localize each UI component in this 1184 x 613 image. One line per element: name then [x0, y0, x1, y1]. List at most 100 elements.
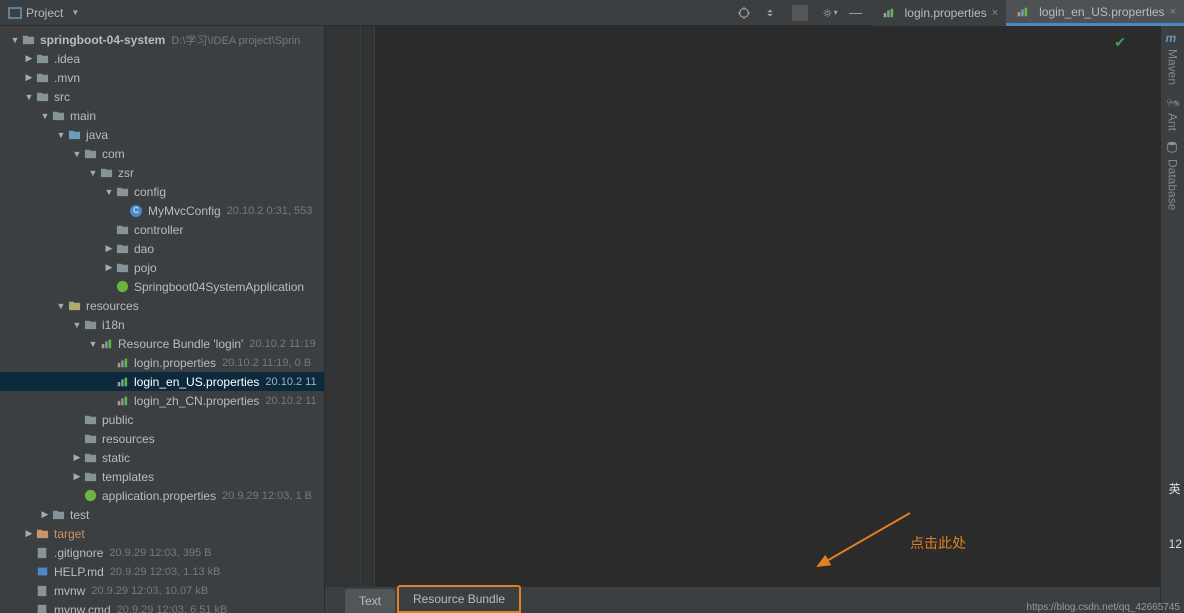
folder-icon: [34, 526, 50, 542]
tree-label: HELP.md: [54, 565, 104, 579]
tree-label: static: [102, 451, 130, 465]
tree-label: mvnw: [54, 584, 85, 598]
chevron-down-icon: [70, 8, 80, 17]
class-icon: C: [128, 203, 144, 219]
tree-root[interactable]: springboot-04-systemD:\学习\IDEA project\S…: [0, 30, 324, 49]
expand-all-icon[interactable]: [762, 5, 778, 21]
tab-label: login.properties: [905, 6, 987, 20]
editor-gutter: [325, 26, 375, 587]
tree-springapp[interactable]: Springboot04SystemApplication: [0, 277, 324, 296]
tree-label: login_en_US.properties: [134, 375, 259, 389]
tree-label: Springboot04SystemApplication: [134, 280, 304, 294]
tree-meta: 20.9.29 12:03, 10.07 kB: [91, 585, 208, 597]
close-icon[interactable]: ×: [1170, 6, 1176, 18]
tree-label: target: [54, 527, 85, 541]
clock-fragment: 12: [1169, 537, 1182, 551]
tree-mvnw[interactable]: mvnw 20.9.29 12:03, 10.07 kB: [0, 581, 324, 600]
tree-test[interactable]: test: [0, 505, 324, 524]
tree-config[interactable]: config: [0, 182, 324, 201]
tree-label: public: [102, 413, 133, 427]
ime-indicator[interactable]: 英: [1169, 480, 1182, 497]
rail-maven[interactable]: mMaven: [1166, 31, 1180, 85]
os-sidebar: 英 12: [1169, 480, 1182, 551]
tree-label: .gitignore: [54, 546, 103, 560]
tree-label: mvnw.cmd: [54, 603, 111, 613]
bundle-icon: [98, 336, 114, 352]
tree-bundle[interactable]: Resource Bundle 'login' 20.10.2 11:19: [0, 334, 324, 353]
tree-meta: 20.9.29 12:03, 6.51 kB: [117, 604, 228, 613]
tree-meta: 20.9.29 12:03, 1.13 kB: [110, 566, 221, 578]
tree-label: Resource Bundle 'login': [118, 337, 243, 351]
check-icon: ✔: [1114, 34, 1126, 51]
tree-dao[interactable]: dao: [0, 239, 324, 258]
editor-area[interactable]: ✔ 点击此处 Text Resource Bundle: [325, 26, 1160, 613]
tree-label: dao: [134, 242, 154, 256]
tree-main[interactable]: main: [0, 106, 324, 125]
tree-label: main: [70, 109, 96, 123]
tree-meta: 20.10.2 11: [265, 395, 316, 407]
tree-login-en[interactable]: login_en_US.properties20.10.2 11: [0, 372, 324, 391]
editor-tabs: login.properties × login_en_US.propertie…: [872, 0, 1184, 26]
tree-label: resources: [86, 299, 139, 313]
properties-icon: [1014, 4, 1030, 20]
project-tool-icons: ▾ —: [736, 5, 872, 21]
gear-icon[interactable]: ▾: [822, 5, 838, 21]
maven-icon: m: [1166, 31, 1180, 45]
tree-label: config: [134, 185, 166, 199]
ant-icon: 🐜: [1166, 95, 1180, 109]
tree-mvn[interactable]: .mvn: [0, 68, 324, 87]
file-icon: [34, 545, 50, 561]
top-bar: Project ▾ — login.properties × login_en_…: [0, 0, 1184, 26]
markdown-icon: [34, 564, 50, 580]
close-icon[interactable]: ×: [992, 7, 998, 19]
tree-static[interactable]: static: [0, 448, 324, 467]
tree-public[interactable]: public: [0, 410, 324, 429]
rail-ant[interactable]: 🐜Ant: [1166, 95, 1180, 131]
tree-src[interactable]: src: [0, 87, 324, 106]
tree-gitignore[interactable]: .gitignore20.9.29 12:03, 395 B: [0, 543, 324, 562]
tree-login-prop[interactable]: login.properties20.10.2 11:19, 0 B: [0, 353, 324, 372]
tree-mymvc[interactable]: C MyMvcConfig 20.10.2 0:31, 553: [0, 201, 324, 220]
tree-i18n[interactable]: i18n: [0, 315, 324, 334]
hide-icon[interactable]: —: [848, 5, 864, 21]
tree-com[interactable]: com: [0, 144, 324, 163]
tree-templates[interactable]: templates: [0, 467, 324, 486]
annotation-text: 点击此处: [910, 533, 966, 553]
tree-resources[interactable]: resources: [0, 296, 324, 315]
tree-target[interactable]: target: [0, 524, 324, 543]
tree-meta: 20.10.2 0:31, 553: [227, 205, 313, 217]
tab-login-properties[interactable]: login.properties ×: [872, 0, 1007, 26]
project-tool-label[interactable]: Project: [0, 6, 88, 20]
tree-label: MyMvcConfig: [148, 204, 221, 218]
bottom-tab-text[interactable]: Text: [345, 589, 395, 613]
tree-idea[interactable]: .idea: [0, 49, 324, 68]
tree-label: resources: [102, 432, 155, 446]
tree-help[interactable]: HELP.md 20.9.29 12:03, 1.13 kB: [0, 562, 324, 581]
tree-label: com: [102, 147, 125, 161]
tree-app-prop[interactable]: application.properties20.9.29 12:03, 1 B: [0, 486, 324, 505]
file-icon: [34, 602, 50, 613]
tree-label: test: [70, 508, 89, 522]
file-icon: [34, 583, 50, 599]
divider: [792, 5, 808, 21]
tree-pojo[interactable]: pojo: [0, 258, 324, 277]
tree-zsr[interactable]: zsr: [0, 163, 324, 182]
tree-meta: 20.10.2 11:19: [249, 338, 315, 350]
tree-label: login_zh_CN.properties: [134, 394, 259, 408]
tree-label: i18n: [102, 318, 125, 332]
properties-icon: [114, 374, 130, 390]
tree-java[interactable]: java: [0, 125, 324, 144]
spring-icon: [82, 488, 98, 504]
tab-label: login_en_US.properties: [1039, 5, 1164, 19]
tab-login-en-us-properties[interactable]: login_en_US.properties ×: [1006, 0, 1184, 26]
tree-login-zh[interactable]: login_zh_CN.properties 20.10.2 11: [0, 391, 324, 410]
tree-controller[interactable]: controller: [0, 220, 324, 239]
tree-mvnwcmd[interactable]: mvnw.cmd 20.9.29 12:03, 6.51 kB: [0, 600, 324, 613]
tree-label: .idea: [54, 52, 80, 66]
properties-icon: [114, 393, 130, 409]
bottom-tab-resource-bundle[interactable]: Resource Bundle: [397, 585, 521, 613]
tree-meta: 20.10.2 11:19, 0 B: [222, 357, 311, 369]
target-icon[interactable]: [736, 5, 752, 21]
tree-resources2[interactable]: resources: [0, 429, 324, 448]
rail-database[interactable]: Database: [1166, 141, 1180, 210]
